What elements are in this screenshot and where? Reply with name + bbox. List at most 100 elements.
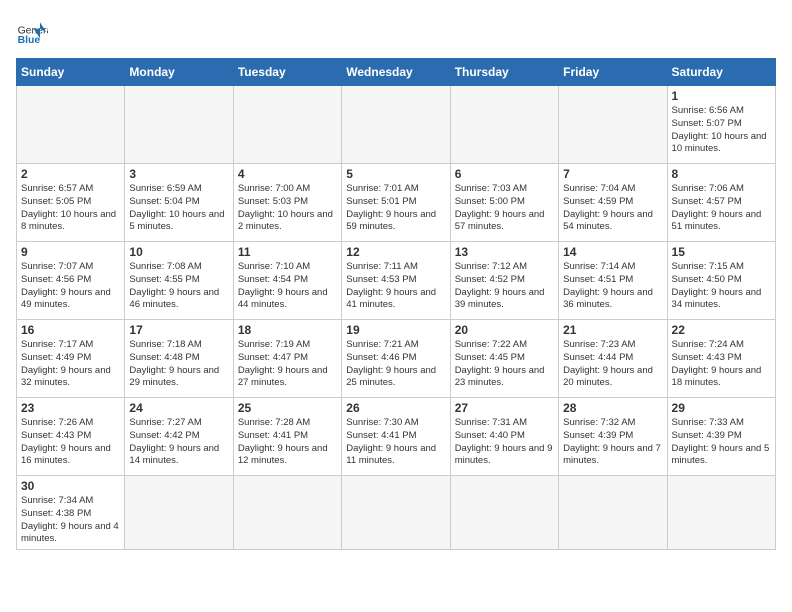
day-header-wednesday: Wednesday [342, 59, 450, 86]
calendar-cell: 24 Sunrise: 7:27 AMSunset: 4:42 PMDayligh… [125, 398, 233, 476]
day-sun-info: Sunrise: 7:17 AMSunset: 4:49 PMDaylight:… [21, 339, 120, 390]
calendar-cell: 4 Sunrise: 7:00 AMSunset: 5:03 PMDaylight… [233, 164, 341, 242]
calendar-cell: 29 Sunrise: 7:33 AMSunset: 4:39 PMDayligh… [667, 398, 775, 476]
calendar-cell [233, 476, 341, 550]
calendar-cell [559, 476, 667, 550]
day-number: 5 [346, 167, 445, 181]
day-number: 10 [129, 245, 228, 259]
day-sun-info: Sunrise: 7:10 AMSunset: 4:54 PMDaylight:… [238, 261, 337, 312]
day-number: 29 [672, 401, 771, 415]
day-sun-info: Sunrise: 7:26 AMSunset: 4:43 PMDaylight:… [21, 417, 120, 468]
day-sun-info: Sunrise: 7:01 AMSunset: 5:01 PMDaylight:… [346, 183, 445, 234]
calendar-cell: 15 Sunrise: 7:15 AMSunset: 4:50 PMDayligh… [667, 242, 775, 320]
calendar-cell [450, 476, 558, 550]
day-number: 4 [238, 167, 337, 181]
calendar-cell: 13 Sunrise: 7:12 AMSunset: 4:52 PMDayligh… [450, 242, 558, 320]
day-number: 7 [563, 167, 662, 181]
day-sun-info: Sunrise: 7:00 AMSunset: 5:03 PMDaylight:… [238, 183, 337, 234]
day-sun-info: Sunrise: 7:19 AMSunset: 4:47 PMDaylight:… [238, 339, 337, 390]
logo: General Blue [16, 16, 48, 48]
calendar-cell: 25 Sunrise: 7:28 AMSunset: 4:41 PMDayligh… [233, 398, 341, 476]
day-sun-info: Sunrise: 6:56 AMSunset: 5:07 PMDaylight:… [672, 105, 771, 156]
calendar-cell [342, 86, 450, 164]
calendar-cell: 1 Sunrise: 6:56 AMSunset: 5:07 PMDaylight… [667, 86, 775, 164]
day-header-saturday: Saturday [667, 59, 775, 86]
day-number: 17 [129, 323, 228, 337]
calendar-cell [342, 476, 450, 550]
day-number: 8 [672, 167, 771, 181]
calendar-cell [667, 476, 775, 550]
day-number: 19 [346, 323, 445, 337]
calendar-cell [233, 86, 341, 164]
calendar-cell: 28 Sunrise: 7:32 AMSunset: 4:39 PMDayligh… [559, 398, 667, 476]
day-number: 27 [455, 401, 554, 415]
day-sun-info: Sunrise: 7:27 AMSunset: 4:42 PMDaylight:… [129, 417, 228, 468]
calendar-cell: 30 Sunrise: 7:34 AMSunset: 4:38 PMDayligh… [17, 476, 125, 550]
calendar-cell: 16 Sunrise: 7:17 AMSunset: 4:49 PMDayligh… [17, 320, 125, 398]
calendar-cell [450, 86, 558, 164]
day-number: 26 [346, 401, 445, 415]
day-sun-info: Sunrise: 6:59 AMSunset: 5:04 PMDaylight:… [129, 183, 228, 234]
day-sun-info: Sunrise: 7:30 AMSunset: 4:41 PMDaylight:… [346, 417, 445, 468]
calendar-cell: 22 Sunrise: 7:24 AMSunset: 4:43 PMDayligh… [667, 320, 775, 398]
day-number: 28 [563, 401, 662, 415]
day-number: 22 [672, 323, 771, 337]
day-sun-info: Sunrise: 7:14 AMSunset: 4:51 PMDaylight:… [563, 261, 662, 312]
day-sun-info: Sunrise: 7:11 AMSunset: 4:53 PMDaylight:… [346, 261, 445, 312]
day-number: 1 [672, 89, 771, 103]
calendar-cell: 5 Sunrise: 7:01 AMSunset: 5:01 PMDaylight… [342, 164, 450, 242]
calendar-cell: 12 Sunrise: 7:11 AMSunset: 4:53 PMDayligh… [342, 242, 450, 320]
day-sun-info: Sunrise: 7:28 AMSunset: 4:41 PMDaylight:… [238, 417, 337, 468]
calendar-cell: 19Sunrise: 7:21 AMSunset: 4:46 PMDayligh… [342, 320, 450, 398]
day-number: 20 [455, 323, 554, 337]
calendar-cell: 17 Sunrise: 7:18 AMSunset: 4:48 PMDayligh… [125, 320, 233, 398]
calendar-cell: 7Sunrise: 7:04 AMSunset: 4:59 PMDaylight… [559, 164, 667, 242]
general-blue-icon: General Blue [16, 16, 48, 48]
calendar-cell: 10 Sunrise: 7:08 AMSunset: 4:55 PMDayligh… [125, 242, 233, 320]
calendar-cell: 23 Sunrise: 7:26 AMSunset: 4:43 PMDayligh… [17, 398, 125, 476]
calendar-table: SundayMondayTuesdayWednesdayThursdayFrid… [16, 58, 776, 550]
day-sun-info: Sunrise: 7:06 AMSunset: 4:57 PMDaylight:… [672, 183, 771, 234]
day-sun-info: Sunrise: 7:08 AMSunset: 4:55 PMDaylight:… [129, 261, 228, 312]
day-number: 24 [129, 401, 228, 415]
day-number: 12 [346, 245, 445, 259]
day-number: 30 [21, 479, 120, 493]
day-header-friday: Friday [559, 59, 667, 86]
calendar-cell: 14Sunrise: 7:14 AMSunset: 4:51 PMDayligh… [559, 242, 667, 320]
calendar-cell [559, 86, 667, 164]
day-sun-info: Sunrise: 7:33 AMSunset: 4:39 PMDaylight:… [672, 417, 771, 468]
day-sun-info: Sunrise: 7:18 AMSunset: 4:48 PMDaylight:… [129, 339, 228, 390]
day-number: 13 [455, 245, 554, 259]
day-sun-info: Sunrise: 7:22 AMSunset: 4:45 PMDaylight:… [455, 339, 554, 390]
day-sun-info: Sunrise: 7:23 AMSunset: 4:44 PMDaylight:… [563, 339, 662, 390]
calendar-cell: 26 Sunrise: 7:30 AMSunset: 4:41 PMDayligh… [342, 398, 450, 476]
day-number: 25 [238, 401, 337, 415]
day-sun-info: Sunrise: 7:34 AMSunset: 4:38 PMDaylight:… [21, 495, 120, 546]
calendar-cell [125, 86, 233, 164]
day-sun-info: Sunrise: 7:15 AMSunset: 4:50 PMDaylight:… [672, 261, 771, 312]
calendar-cell: 27 Sunrise: 7:31 AMSunset: 4:40 PMDayligh… [450, 398, 558, 476]
day-number: 11 [238, 245, 337, 259]
day-header-sunday: Sunday [17, 59, 125, 86]
calendar-cell: 18Sunrise: 7:19 AMSunset: 4:47 PMDayligh… [233, 320, 341, 398]
calendar-cell [125, 476, 233, 550]
page-header: General Blue [16, 16, 776, 48]
day-sun-info: Sunrise: 7:32 AMSunset: 4:39 PMDaylight:… [563, 417, 662, 468]
calendar-cell: 3 Sunrise: 6:59 AMSunset: 5:04 PMDaylight… [125, 164, 233, 242]
day-number: 23 [21, 401, 120, 415]
day-header-monday: Monday [125, 59, 233, 86]
day-number: 21 [563, 323, 662, 337]
day-number: 16 [21, 323, 120, 337]
day-number: 2 [21, 167, 120, 181]
day-sun-info: Sunrise: 6:57 AMSunset: 5:05 PMDaylight:… [21, 183, 120, 234]
day-number: 3 [129, 167, 228, 181]
calendar-cell: 21 Sunrise: 7:23 AMSunset: 4:44 PMDayligh… [559, 320, 667, 398]
day-number: 15 [672, 245, 771, 259]
day-number: 6 [455, 167, 554, 181]
day-sun-info: Sunrise: 7:12 AMSunset: 4:52 PMDaylight:… [455, 261, 554, 312]
day-header-thursday: Thursday [450, 59, 558, 86]
day-sun-info: Sunrise: 7:07 AMSunset: 4:56 PMDaylight:… [21, 261, 120, 312]
day-sun-info: Sunrise: 7:24 AMSunset: 4:43 PMDaylight:… [672, 339, 771, 390]
calendar-cell [17, 86, 125, 164]
day-sun-info: Sunrise: 7:31 AMSunset: 4:40 PMDaylight:… [455, 417, 554, 468]
